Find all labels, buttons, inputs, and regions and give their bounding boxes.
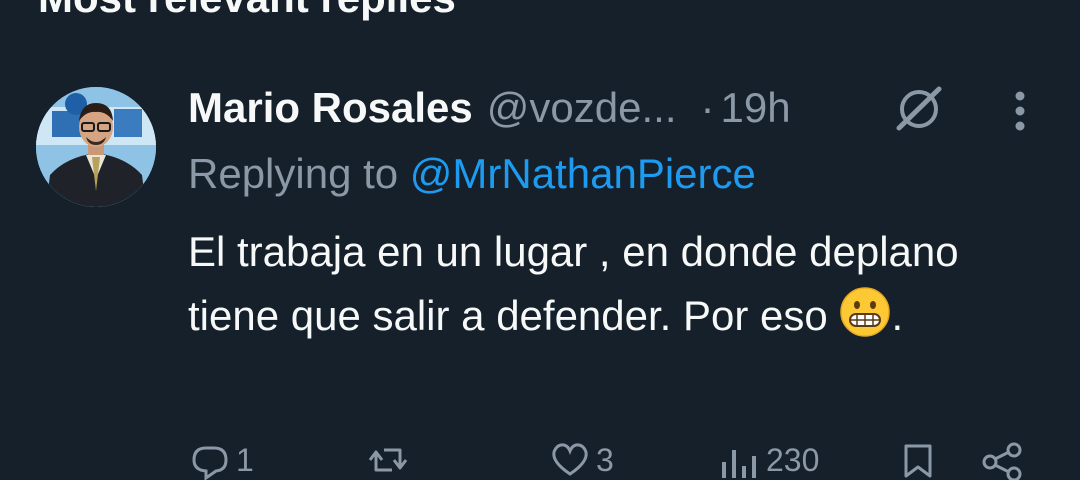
retweet-icon bbox=[368, 448, 408, 472]
author-handle[interactable]: @vozde... bbox=[487, 84, 677, 132]
separator-dot: · bbox=[700, 84, 715, 131]
section-title: Most relevant replies bbox=[38, 0, 456, 22]
retweet-button[interactable] bbox=[364, 440, 412, 480]
author-name[interactable]: Mario Rosales bbox=[188, 84, 473, 132]
share-button[interactable] bbox=[978, 440, 1026, 480]
like-count: 3 bbox=[596, 441, 614, 478]
tweet-header: Mario Rosales @vozde... · 19h bbox=[188, 80, 791, 136]
grok-slash-icon[interactable] bbox=[893, 84, 945, 132]
mention-link[interactable]: @MrNathanPierce bbox=[410, 150, 756, 197]
avatar[interactable] bbox=[36, 87, 156, 207]
views-button[interactable]: 230 bbox=[718, 440, 819, 480]
like-icon bbox=[552, 443, 588, 476]
replying-prefix: Replying to bbox=[188, 150, 410, 197]
action-bar: 1 3 230 bbox=[0, 440, 1080, 480]
like-button[interactable]: 3 bbox=[548, 440, 614, 480]
views-icon bbox=[722, 450, 756, 478]
bookmark-icon bbox=[904, 444, 932, 478]
grimacing-face-icon bbox=[840, 287, 891, 337]
views-count: 230 bbox=[766, 441, 820, 478]
avatar-image bbox=[36, 87, 156, 207]
more-vertical-icon[interactable] bbox=[1008, 88, 1032, 136]
tweet-body: El trabaja en un lugar , en donde deplan… bbox=[188, 220, 1058, 348]
reply-count: 1 bbox=[236, 441, 254, 478]
bookmark-button[interactable] bbox=[898, 440, 938, 480]
timestamp[interactable]: 19h bbox=[721, 84, 791, 132]
replying-to-line: Replying to @MrNathanPierce bbox=[188, 150, 756, 198]
share-icon bbox=[982, 442, 1022, 480]
tweet-text-end: . bbox=[891, 292, 904, 339]
reply-icon bbox=[192, 446, 228, 480]
reply-button[interactable]: 1 bbox=[188, 440, 254, 480]
